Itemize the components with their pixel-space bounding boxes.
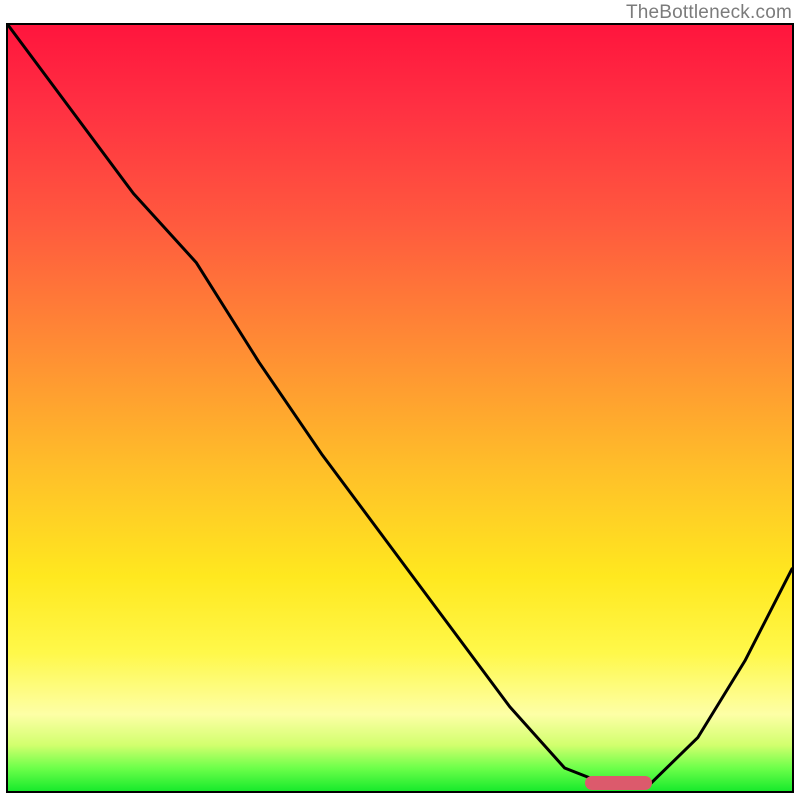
attribution-label: TheBottleneck.com [626,2,792,24]
bottleneck-curve-path [8,25,792,783]
chart-frame [6,23,794,793]
chart-stage: TheBottleneck.com [0,0,800,800]
optimal-marker [585,776,652,790]
curve-svg [8,25,792,791]
